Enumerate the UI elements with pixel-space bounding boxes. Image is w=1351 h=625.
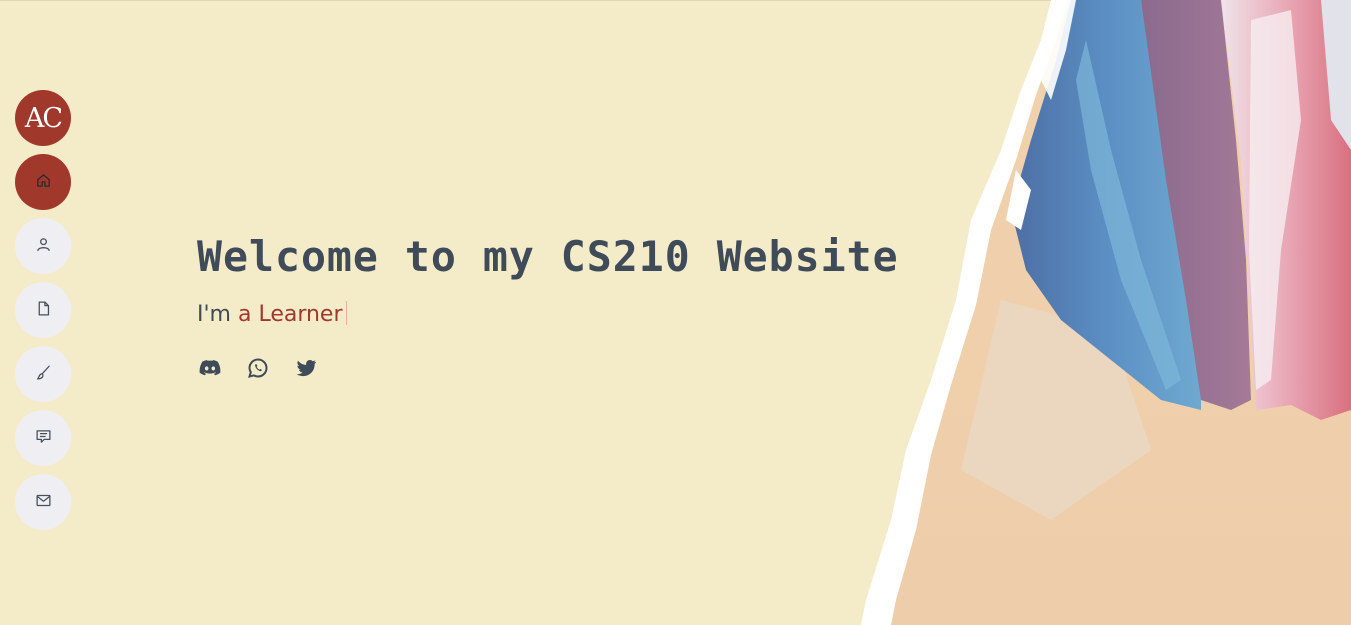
discord-icon[interactable] bbox=[197, 355, 223, 381]
home-icon bbox=[35, 172, 52, 193]
sidebar-item-resume[interactable] bbox=[15, 282, 71, 338]
brush-icon bbox=[35, 364, 52, 385]
whatsapp-icon[interactable] bbox=[245, 355, 271, 381]
typing-cursor bbox=[345, 301, 347, 325]
user-icon bbox=[35, 236, 52, 257]
hero-role-typed: a Learner bbox=[237, 302, 343, 327]
document-icon bbox=[35, 300, 52, 321]
hero-section: Welcome to my CS210 Website I'm a Learne… bbox=[197, 232, 899, 381]
social-links bbox=[197, 355, 899, 381]
sidebar-nav: AC bbox=[15, 90, 71, 538]
hero-prefix: I'm bbox=[197, 302, 231, 327]
sidebar-item-comments[interactable] bbox=[15, 410, 71, 466]
hero-subtitle: I'm a Learner bbox=[197, 301, 899, 327]
mail-icon bbox=[35, 492, 52, 513]
hero-title: Welcome to my CS210 Website bbox=[197, 232, 899, 281]
sidebar-item-about[interactable] bbox=[15, 218, 71, 274]
logo-text: AC bbox=[24, 102, 63, 134]
logo-avatar[interactable]: AC bbox=[15, 90, 71, 146]
sidebar-item-portfolio[interactable] bbox=[15, 346, 71, 402]
twitter-icon[interactable] bbox=[293, 355, 319, 381]
page: AC Welcome to my CS210 Website I'm a Lea… bbox=[0, 0, 1351, 625]
sidebar-item-home[interactable] bbox=[15, 154, 71, 210]
chat-icon bbox=[35, 428, 52, 449]
paint-art-image bbox=[861, 0, 1351, 625]
sidebar-item-contact[interactable] bbox=[15, 474, 71, 530]
